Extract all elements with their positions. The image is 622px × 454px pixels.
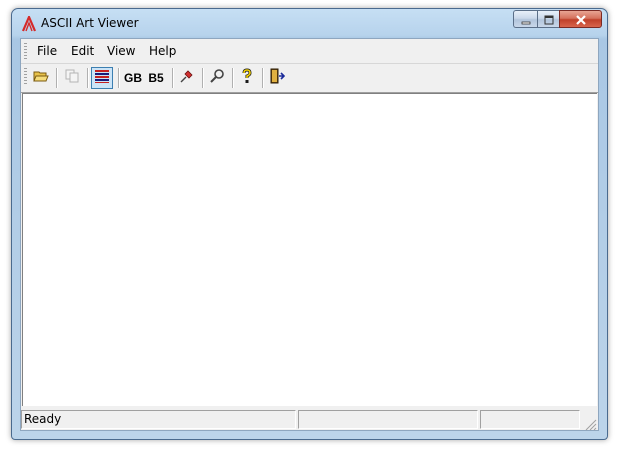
toolbar: GB B5 xyxy=(21,64,598,93)
help-question-icon xyxy=(239,68,255,88)
close-icon xyxy=(575,10,587,29)
open-button[interactable] xyxy=(30,67,52,89)
application-window: ASCII Art Viewer File Edit View Help GB … xyxy=(11,8,608,440)
toolbar-separator xyxy=(172,68,174,88)
menubar-grip[interactable] xyxy=(24,43,27,59)
exit-button[interactable] xyxy=(266,67,288,89)
minimize-icon xyxy=(521,10,531,29)
status-pane-2 xyxy=(298,410,478,429)
copy-icon xyxy=(64,68,80,88)
menu-view[interactable]: View xyxy=(107,44,135,58)
text-view-button[interactable] xyxy=(91,67,113,89)
toolbar-separator xyxy=(118,68,120,88)
pin-button[interactable] xyxy=(176,67,198,89)
toolbar-separator xyxy=(202,68,204,88)
maximize-button[interactable] xyxy=(537,10,559,28)
status-pane-main: Ready xyxy=(21,410,296,429)
caption-buttons xyxy=(513,10,602,29)
window-title: ASCII Art Viewer xyxy=(41,16,139,30)
exit-door-icon xyxy=(269,68,286,88)
close-button[interactable] xyxy=(559,10,602,28)
ascii-art-app-icon xyxy=(21,14,37,32)
status-pane-3 xyxy=(480,410,580,429)
ascii-art-view-area[interactable] xyxy=(22,93,597,406)
menu-bar: File Edit View Help xyxy=(21,39,598,64)
resize-grip-icon[interactable] xyxy=(584,416,597,431)
client-area: File Edit View Help GB B5 Ready xyxy=(20,38,599,431)
b5-label: B5 xyxy=(148,71,164,85)
open-folder-icon xyxy=(33,68,49,88)
help-button[interactable] xyxy=(236,67,258,89)
tools-button[interactable] xyxy=(206,67,228,89)
tools-icon xyxy=(209,68,225,88)
maximize-icon xyxy=(544,10,554,29)
gb-label: GB xyxy=(124,71,142,85)
menu-edit[interactable]: Edit xyxy=(71,44,94,58)
b5-encoding-button[interactable]: B5 xyxy=(145,67,167,89)
copy-button[interactable] xyxy=(61,67,83,89)
toolbar-separator xyxy=(56,68,58,88)
text-lines-icon xyxy=(94,68,110,88)
pin-icon xyxy=(179,68,195,88)
menu-file[interactable]: File xyxy=(37,44,57,58)
toolbar-separator xyxy=(262,68,264,88)
toolbar-separator xyxy=(87,68,89,88)
minimize-button[interactable] xyxy=(513,10,537,28)
toolbar-grip[interactable] xyxy=(24,68,27,84)
title-bar[interactable]: ASCII Art Viewer xyxy=(12,9,607,38)
menu-help[interactable]: Help xyxy=(149,44,176,58)
status-bar: Ready xyxy=(21,407,598,431)
gb-encoding-button[interactable]: GB xyxy=(122,67,144,89)
toolbar-separator xyxy=(232,68,234,88)
